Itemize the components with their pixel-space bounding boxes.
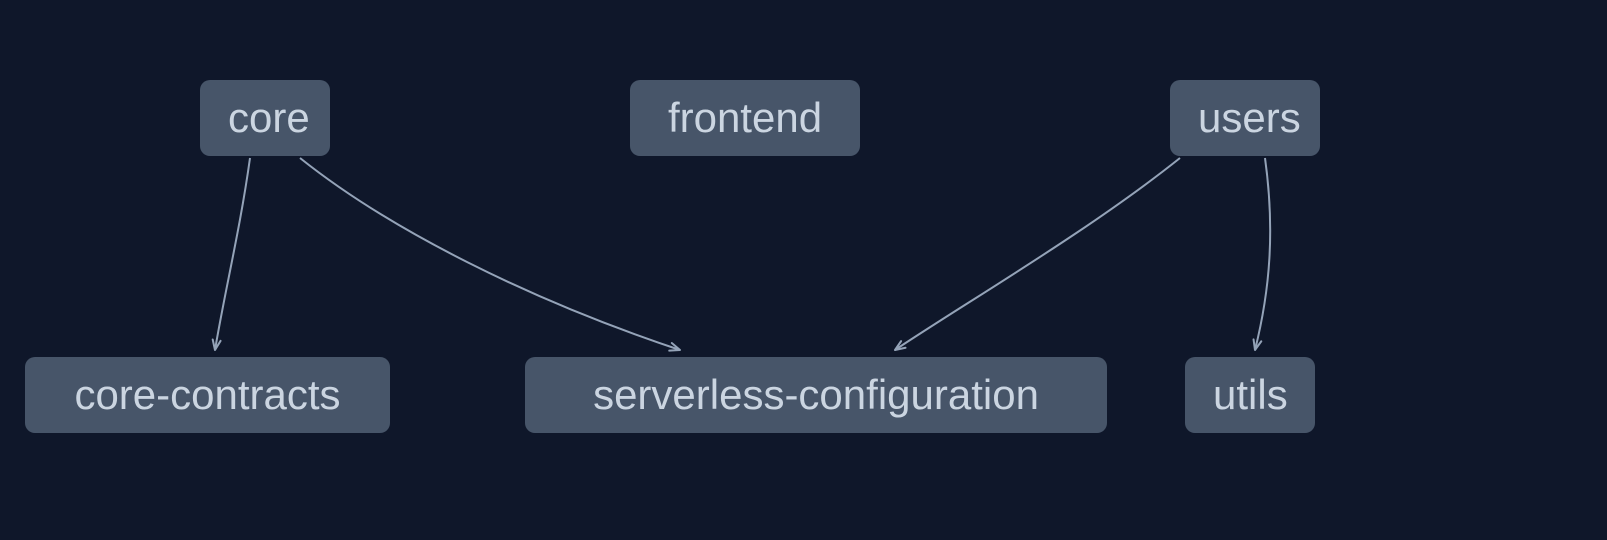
node-label: frontend [668,94,822,141]
node-serverless-configuration[interactable]: serverless-configuration [525,357,1107,433]
node-label: utils [1213,371,1288,418]
edge-users-to-utils [1255,158,1270,350]
node-core[interactable]: core [200,80,330,156]
edge-core-to-serverless-configuration [300,158,680,350]
node-core-contracts[interactable]: core-contracts [25,357,390,433]
node-frontend[interactable]: frontend [630,80,860,156]
node-label: serverless-configuration [593,371,1039,418]
edge-core-to-core-contracts [215,158,250,350]
node-users[interactable]: users [1170,80,1320,156]
node-label: core [228,94,310,141]
node-label: users [1198,94,1301,141]
node-label: core-contracts [74,371,340,418]
node-utils[interactable]: utils [1185,357,1315,433]
edge-users-to-serverless-configuration [895,158,1180,350]
